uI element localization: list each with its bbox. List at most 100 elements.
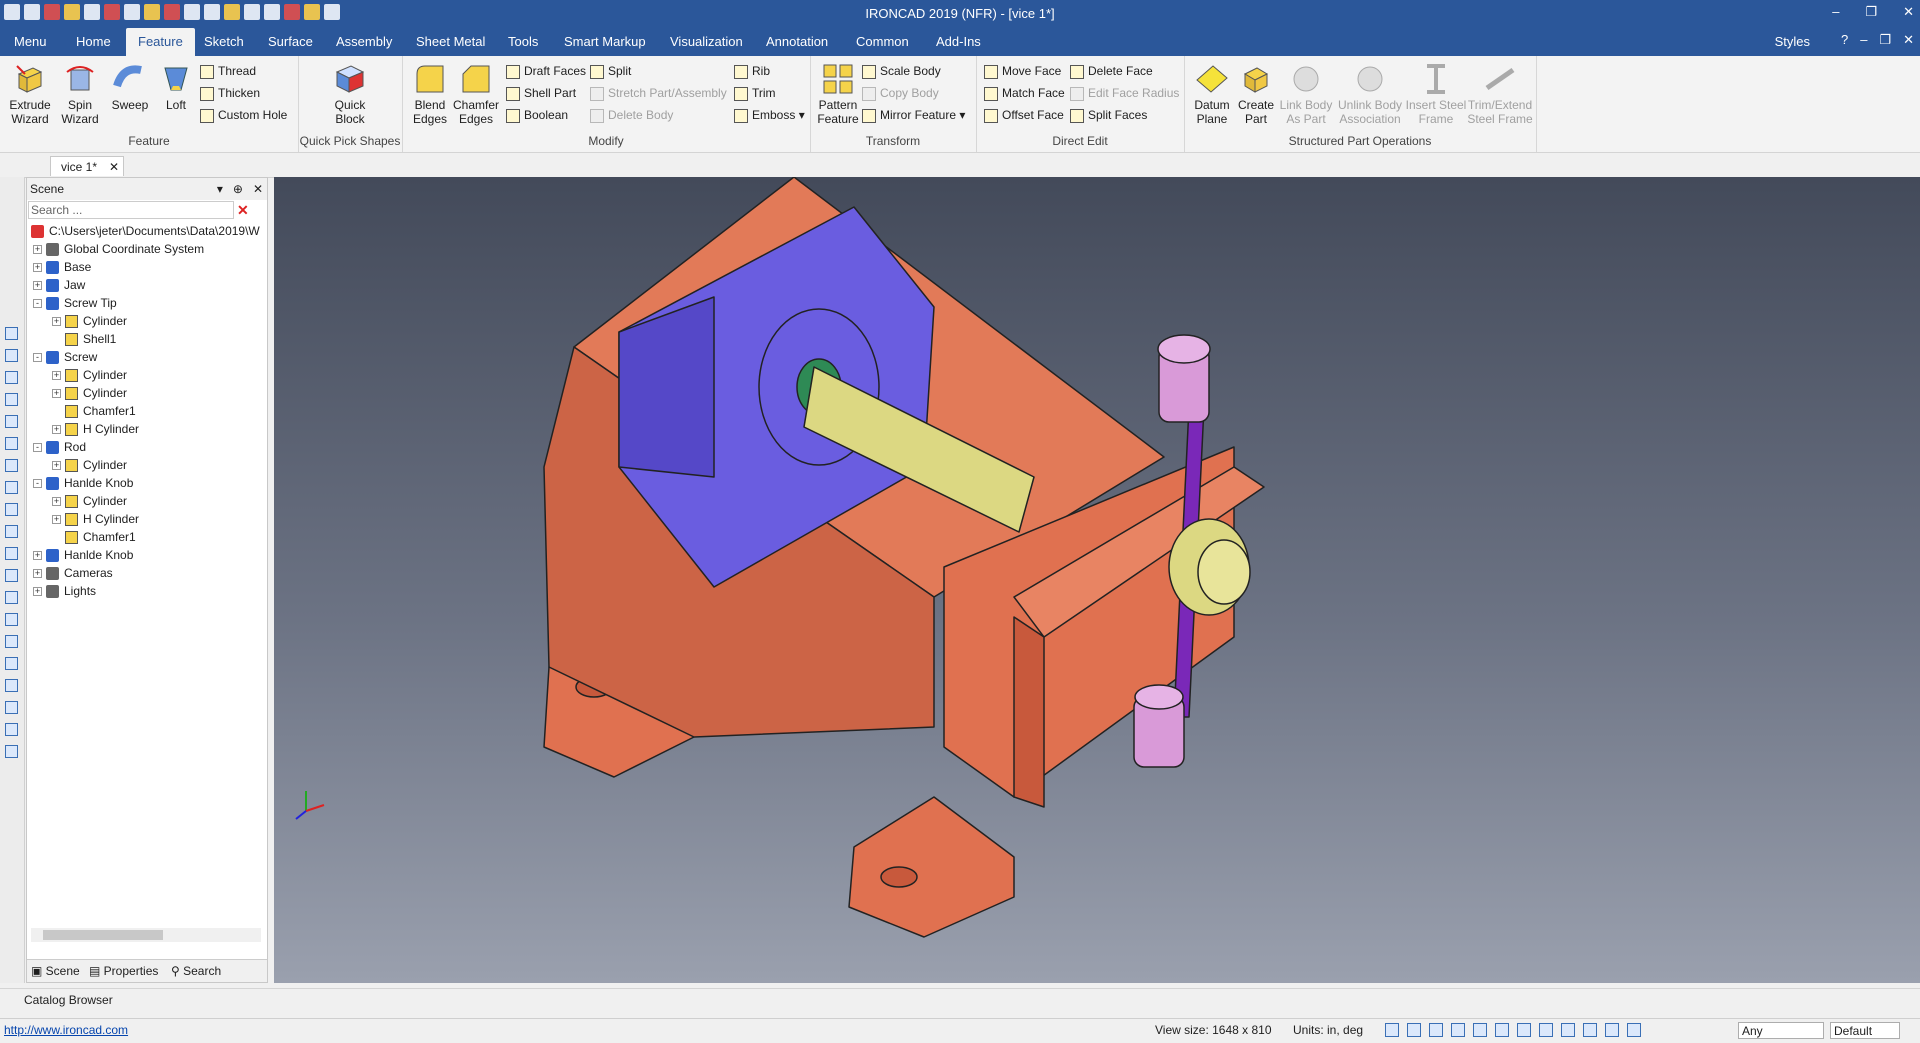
website-link[interactable]: http://www.ironcad.com — [4, 1019, 128, 1041]
selection-filter-select[interactable]: Any — [1738, 1022, 1824, 1039]
insert-steel-frame-button[interactable]: Insert Steel Frame — [1404, 62, 1468, 126]
3d-viewport[interactable] — [274, 177, 1920, 983]
doc-minimize-icon[interactable]: – — [1860, 32, 1867, 48]
delete-body-button[interactable]: Delete Body — [590, 106, 673, 124]
tool-icon[interactable] — [5, 569, 18, 582]
tree-node[interactable]: Chamfer1 — [52, 528, 136, 546]
blend-edges-button[interactable]: Blend Edges — [406, 62, 454, 126]
tab-surface[interactable]: Surface — [268, 34, 313, 49]
trim-button[interactable]: Trim — [734, 84, 776, 102]
split-button[interactable]: Split — [590, 62, 631, 80]
loft-button[interactable]: Loft — [152, 62, 200, 112]
tab-home[interactable]: Home — [76, 34, 111, 49]
vice-model[interactable] — [274, 177, 1920, 983]
horizontal-scrollbar[interactable] — [31, 928, 261, 942]
tree-node[interactable]: - Screw — [33, 348, 97, 366]
tab-feature[interactable]: Feature — [126, 28, 195, 56]
tool-icon[interactable] — [5, 635, 18, 648]
select-icon[interactable] — [1605, 1023, 1619, 1037]
rib-button[interactable]: Rib — [734, 62, 770, 80]
copy-body-button[interactable]: Copy Body — [862, 84, 939, 102]
render-mode-icon[interactable] — [1539, 1023, 1553, 1037]
thicken-button[interactable]: Thicken — [200, 84, 260, 102]
tool-icon[interactable] — [5, 349, 18, 362]
mirror-feature-button[interactable]: Mirror Feature ▾ — [862, 106, 965, 124]
tab-add-ins[interactable]: Add-Ins — [936, 34, 981, 49]
trim-steel-frame-button[interactable]: Trim/Extend Steel Frame — [1466, 62, 1534, 126]
tool-icon[interactable] — [5, 371, 18, 384]
expand-toggle-icon[interactable]: + — [52, 389, 61, 399]
expand-toggle-icon[interactable]: + — [52, 515, 61, 525]
close-icon[interactable]: ✕ — [1903, 4, 1914, 20]
pointer-icon[interactable] — [1627, 1023, 1641, 1037]
tool-icon[interactable] — [5, 701, 18, 714]
style-select[interactable]: Default — [1830, 1022, 1900, 1039]
tab-properties[interactable]: ▤ Properties — [89, 964, 158, 978]
clear-search-icon[interactable]: ✕ — [237, 202, 249, 219]
expand-toggle-icon[interactable]: - — [33, 443, 42, 453]
pattern-feature-button[interactable]: Pattern Feature — [814, 62, 862, 126]
tab-assembly[interactable]: Assembly — [336, 34, 392, 49]
expand-toggle-icon[interactable]: + — [33, 569, 42, 579]
tree-node[interactable]: + Global Coordinate System — [33, 240, 204, 258]
expand-toggle-icon[interactable]: + — [33, 281, 42, 291]
tab-smart-markup[interactable]: Smart Markup — [564, 34, 646, 49]
emboss-button[interactable]: Emboss ▾ — [734, 106, 805, 124]
expand-toggle-icon[interactable]: + — [52, 425, 61, 435]
tree-node[interactable]: + Jaw — [33, 276, 85, 294]
tab-visualization[interactable]: Visualization — [670, 34, 743, 49]
match-face-button[interactable]: Match Face — [984, 84, 1065, 102]
expand-toggle-icon[interactable]: + — [33, 551, 42, 561]
pin-icon[interactable]: ⊕ — [233, 178, 243, 200]
scene-search-input[interactable]: Search ... — [28, 201, 234, 219]
tool-icon[interactable] — [5, 745, 18, 758]
shading-icon[interactable] — [1451, 1023, 1465, 1037]
stretch-part-button[interactable]: Stretch Part/Assembly — [590, 84, 727, 102]
expand-toggle-icon[interactable]: - — [33, 353, 42, 363]
tree-node[interactable]: Chamfer1 — [52, 402, 136, 420]
catalog-browser[interactable]: Catalog Browser — [0, 988, 1920, 1010]
split-faces-button[interactable]: Split Faces — [1070, 106, 1147, 124]
tree-node[interactable]: + H Cylinder — [52, 510, 139, 528]
tab-tools[interactable]: Tools — [508, 34, 538, 49]
camera-icon[interactable] — [1473, 1023, 1487, 1037]
spin-wizard-button[interactable]: Spin Wizard — [56, 62, 104, 126]
create-part-button[interactable]: Create Part — [1232, 62, 1280, 126]
tree-node[interactable]: + Cylinder — [52, 366, 127, 384]
scale-body-button[interactable]: Scale Body — [862, 62, 941, 80]
expand-toggle-icon[interactable]: + — [33, 245, 42, 255]
tree-node[interactable]: - Hanlde Knob — [33, 474, 133, 492]
close-tab-icon[interactable]: ✕ — [109, 157, 119, 177]
tree-node[interactable]: + Cameras — [33, 564, 113, 582]
dropdown-icon[interactable]: ▾ — [217, 178, 223, 200]
tool-icon[interactable] — [5, 591, 18, 604]
expand-toggle-icon[interactable]: + — [52, 317, 61, 327]
display-icon[interactable] — [1517, 1023, 1531, 1037]
restore-icon[interactable]: ❐ — [1865, 4, 1877, 20]
expand-toggle-icon[interactable]: - — [33, 479, 42, 489]
tool-icon[interactable] — [5, 503, 18, 516]
tree-node[interactable]: + Cylinder — [52, 492, 127, 510]
expand-toggle-icon[interactable]: + — [33, 587, 42, 597]
tree-node[interactable]: - Screw Tip — [33, 294, 117, 312]
expand-toggle-icon[interactable]: + — [52, 497, 61, 507]
layers-icon[interactable] — [1561, 1023, 1575, 1037]
close-panel-icon[interactable]: ✕ — [253, 178, 263, 200]
help-icon[interactable]: ? — [1841, 32, 1848, 48]
sweep-button[interactable]: Sweep — [106, 62, 154, 112]
tool-icon[interactable] — [5, 679, 18, 692]
expand-toggle-icon[interactable]: - — [33, 299, 42, 309]
tree-node[interactable]: Shell1 — [52, 330, 116, 348]
link-body-button[interactable]: Link Body As Part — [1276, 62, 1336, 126]
tab-sketch[interactable]: Sketch — [204, 34, 244, 49]
quick-block-button[interactable]: Quick Block — [326, 62, 374, 126]
tree-node[interactable]: + Cylinder — [52, 312, 127, 330]
tab-annotation[interactable]: Annotation — [766, 34, 828, 49]
datum-plane-button[interactable]: Datum Plane — [1188, 62, 1236, 126]
document-tab[interactable]: vice 1* ✕ — [50, 156, 124, 176]
tree-node[interactable]: + Cylinder — [52, 456, 127, 474]
expand-toggle-icon[interactable]: + — [52, 461, 61, 471]
view-cube-icon[interactable] — [1429, 1023, 1443, 1037]
edit-face-radius-button[interactable]: Edit Face Radius — [1070, 84, 1179, 102]
styles-menu[interactable]: Styles — [1775, 34, 1810, 49]
